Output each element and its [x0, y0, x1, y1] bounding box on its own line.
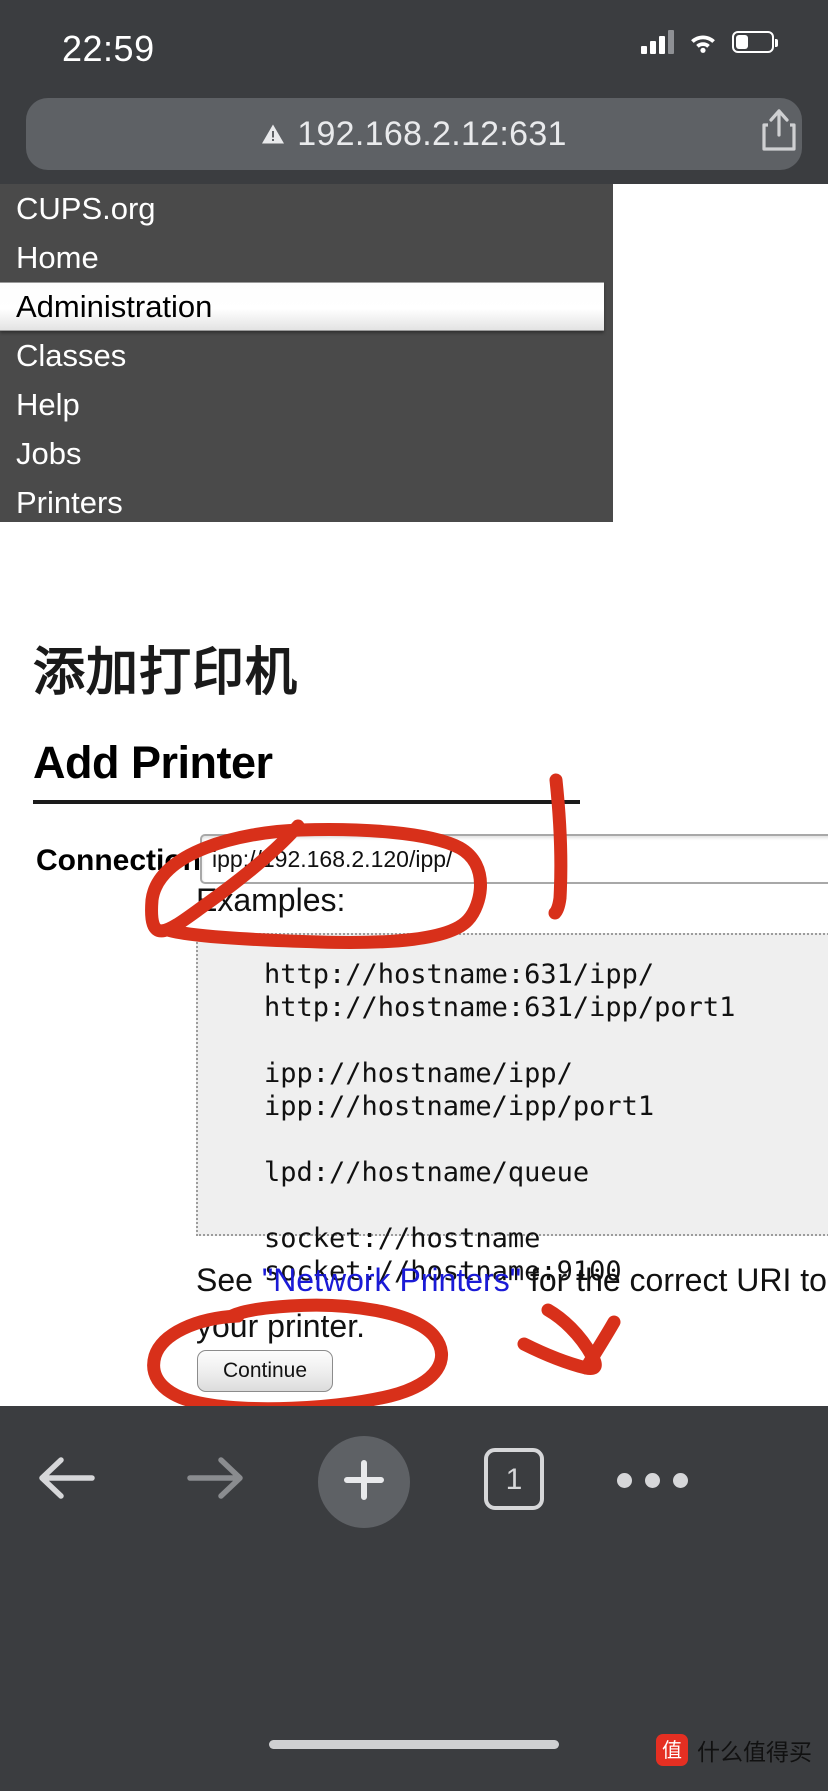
network-printers-note: See "Network Printers" for the correct U…: [196, 1257, 828, 1349]
more-dots-icon: [616, 1472, 688, 1488]
nav-item-printers[interactable]: Printers: [0, 478, 613, 527]
forward-arrow-icon: [186, 1454, 246, 1507]
note-suffix: for the correct URI to u: [521, 1262, 828, 1298]
page-title: Add Printer: [33, 737, 273, 788]
examples-label: Examples:: [196, 882, 346, 918]
battery-icon: [732, 31, 778, 53]
nav-item-label: Classes: [16, 337, 127, 373]
note-prefix: See: [196, 1262, 262, 1298]
continue-button[interactable]: Continue: [197, 1350, 333, 1392]
nav-item-label: Help: [16, 386, 80, 422]
cups-nav-menu: CUPS.org Home Administration Classes Hel…: [0, 184, 613, 522]
home-indicator: [269, 1740, 559, 1749]
nav-item-label: Home: [16, 239, 99, 275]
page-title-chinese: 添加打印机: [33, 643, 299, 703]
watermark: 值 什么值得买: [656, 1733, 812, 1767]
nav-item-home[interactable]: Home: [0, 233, 613, 282]
nav-item-cups-org[interactable]: CUPS.org: [0, 184, 613, 233]
examples-code-block: http://hostname:631/ipp/ http://hostname…: [196, 933, 828, 1287]
back-arrow-icon: [36, 1454, 96, 1507]
share-icon[interactable]: [760, 108, 798, 152]
nav-item-label: Administration: [16, 288, 213, 324]
status-icon-group: [641, 30, 778, 54]
connection-input[interactable]: [200, 834, 828, 884]
add-printer-page: 添加打印机 Add Printer Connection: Examples: …: [0, 522, 828, 1406]
more-button[interactable]: [608, 1436, 696, 1524]
nav-item-label: Jobs: [16, 435, 82, 471]
back-button[interactable]: [22, 1436, 110, 1524]
nav-item-classes[interactable]: Classes: [0, 331, 613, 380]
watermark-text: 什么值得买: [697, 1740, 812, 1766]
insecure-warning-triangle-icon: [261, 123, 285, 145]
wifi-icon: [688, 30, 718, 54]
examples-code-text: http://hostname:631/ipp/ http://hostname…: [264, 959, 736, 1287]
watermark-badge: 值: [656, 1734, 688, 1766]
new-tab-button[interactable]: [318, 1436, 410, 1528]
nav-item-administration[interactable]: Administration: [0, 282, 604, 331]
status-clock: 22:59: [62, 28, 155, 69]
note-line-two: your printer.: [196, 1308, 365, 1344]
network-printers-link[interactable]: "Network Printers": [262, 1262, 521, 1298]
phone-screen: 22:59 192.168.2.12:631 CUPS.org Home Adm…: [0, 0, 828, 1791]
url-text: 192.168.2.12:631: [297, 114, 567, 153]
connection-label: Connection:: [36, 844, 211, 877]
url-bar[interactable]: 192.168.2.12:631: [26, 98, 802, 170]
connection-row: Connection:: [0, 834, 828, 890]
title-divider: [33, 800, 580, 804]
nav-item-help[interactable]: Help: [0, 380, 613, 429]
cellular-bars-icon: [641, 30, 674, 54]
forward-button[interactable]: [172, 1436, 260, 1524]
status-bar: 22:59: [0, 0, 828, 92]
tabs-button[interactable]: 1: [470, 1436, 558, 1524]
nav-item-jobs[interactable]: Jobs: [0, 429, 613, 478]
browser-url-bar-container: 192.168.2.12:631: [0, 92, 828, 184]
tab-count-label: 1: [505, 1463, 523, 1496]
plus-icon: [339, 1455, 389, 1510]
nav-item-label: Printers: [16, 484, 123, 520]
nav-item-label: CUPS.org: [16, 190, 156, 226]
